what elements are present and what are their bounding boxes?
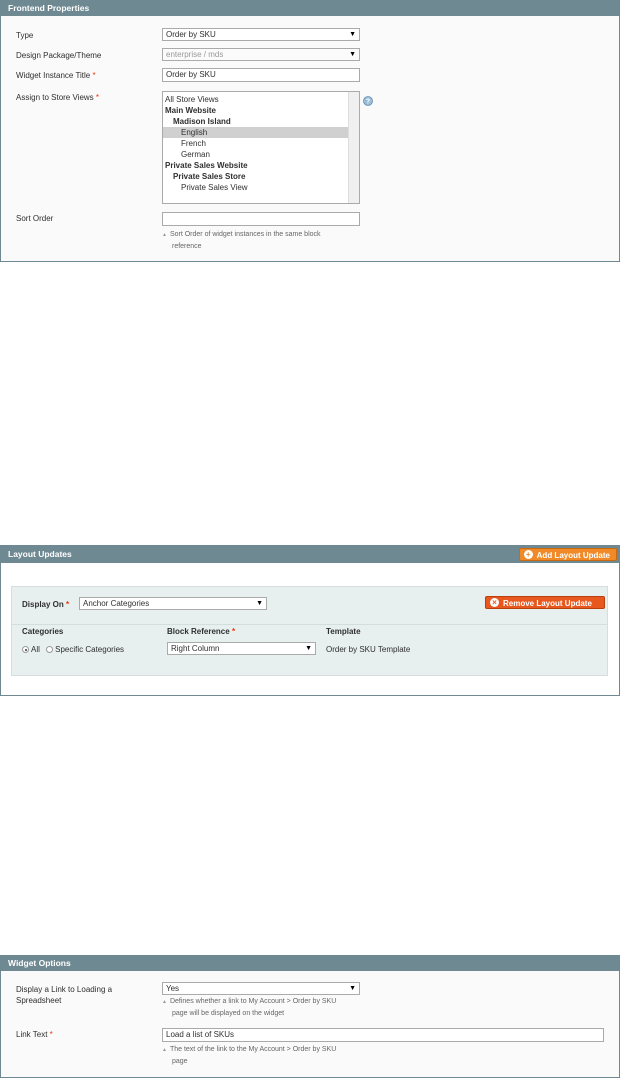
layout-updates-header: Layout Updates + Add Layout Update xyxy=(1,546,619,563)
link-text-note: ▲ The text of the link to the My Account … xyxy=(162,1046,337,1065)
block-reference-value: Right Column xyxy=(171,644,220,653)
radio-all[interactable]: All xyxy=(22,645,40,654)
widget-instance-title-text: Widget Instance Title xyxy=(16,71,91,80)
display-link-select[interactable]: Yes ▼ xyxy=(162,982,360,995)
block-reference-select[interactable]: Right Column ▼ xyxy=(167,642,316,655)
store-views-multiselect[interactable]: All Store Views Main Website Madison Isl… xyxy=(162,91,360,204)
add-layout-update-button[interactable]: + Add Layout Update xyxy=(518,548,617,561)
display-link-value: Yes xyxy=(166,984,180,993)
store-views-label: Assign to Store Views * xyxy=(16,93,99,102)
store-view-website: Private Sales Website xyxy=(165,161,248,170)
x-circle-icon: × xyxy=(490,598,499,608)
type-select-value: Order by SKU xyxy=(166,30,216,39)
required-mark: * xyxy=(92,71,96,80)
layout-update-container: Display On * Anchor Categories ▼ × Remove… xyxy=(11,586,608,676)
sort-order-input[interactable] xyxy=(162,212,360,226)
store-views-label-text: Assign to Store Views xyxy=(16,93,94,102)
link-text-input[interactable]: Load a list of SKUs xyxy=(162,1028,604,1042)
radio-button-icon[interactable] xyxy=(46,646,54,654)
frontend-properties-header: Frontend Properties xyxy=(1,1,619,16)
type-label: Type xyxy=(16,31,34,40)
display-link-note: ▲ Defines whether a link to My Account > … xyxy=(162,998,337,1017)
widget-instance-title-input[interactable]: Order by SKU xyxy=(162,68,360,82)
plus-circle-icon: + xyxy=(523,550,533,560)
store-view-option[interactable]: English xyxy=(163,127,349,138)
link-text-label: Link Text * xyxy=(16,1030,53,1039)
store-view-option[interactable]: Private Sales View xyxy=(163,182,359,193)
required-mark: * xyxy=(231,627,236,636)
note-arrow-icon: ▲ xyxy=(162,232,167,238)
store-view-option[interactable]: All Store Views xyxy=(163,94,359,105)
widget-instance-title-label: Widget Instance Title * xyxy=(16,71,96,80)
link-text-value: Load a list of SKUs xyxy=(166,1030,235,1039)
dropdown-arrow-icon: ▼ xyxy=(256,600,263,607)
remove-layout-update-button[interactable]: × Remove Layout Update xyxy=(485,596,605,609)
dropdown-arrow-icon: ▼ xyxy=(305,645,312,652)
note-arrow-icon: ▲ xyxy=(162,999,167,1005)
display-on-select[interactable]: Anchor Categories ▼ xyxy=(79,597,267,610)
note-arrow-icon: ▲ xyxy=(162,1047,167,1053)
store-view-store: Madison Island xyxy=(173,117,231,126)
store-view-option[interactable]: German xyxy=(163,149,359,160)
widget-options-panel: Widget Options Display a Link to Loading… xyxy=(0,955,620,1078)
required-mark: * xyxy=(95,93,100,102)
design-package-value: enterprise / mds xyxy=(166,50,224,59)
categories-radio-group: All Specific Categories xyxy=(22,645,124,654)
store-view-website: Main Website xyxy=(165,106,216,115)
widget-instance-title-value: Order by SKU xyxy=(166,70,216,79)
store-view-store: Private Sales Store xyxy=(173,172,246,181)
store-views-scrollbar[interactable] xyxy=(348,92,359,203)
display-link-label: Display a Link to Loading a Spreadsheet xyxy=(16,985,113,1005)
sort-order-label: Sort Order xyxy=(16,214,54,223)
layout-updates-title: Layout Updates xyxy=(8,549,72,559)
radio-button-icon[interactable] xyxy=(22,646,29,654)
dropdown-arrow-icon: ▼ xyxy=(349,51,356,58)
help-icon[interactable]: ? xyxy=(363,96,373,106)
required-mark: * xyxy=(49,1030,53,1039)
widget-options-header: Widget Options xyxy=(1,956,619,971)
dropdown-arrow-icon: ▼ xyxy=(349,31,356,38)
sort-order-note: ▲ Sort Order of widget instances in the s… xyxy=(162,231,321,250)
dropdown-arrow-icon: ▼ xyxy=(349,985,356,992)
template-value: Order by SKU Template xyxy=(326,645,411,654)
frontend-properties-panel: Frontend Properties Type Order by SKU ▼ … xyxy=(0,0,620,262)
design-package-label: Design Package/Theme xyxy=(16,51,102,60)
design-package-select[interactable]: enterprise / mds ▼ xyxy=(162,48,360,61)
display-on-label: Display On * xyxy=(22,600,70,609)
layout-updates-panel: Layout Updates + Add Layout Update Displa… xyxy=(0,545,620,696)
store-view-option[interactable]: French xyxy=(163,138,359,149)
type-select[interactable]: Order by SKU ▼ xyxy=(162,28,360,41)
display-on-value: Anchor Categories xyxy=(83,599,150,608)
categories-header: Categories xyxy=(22,627,64,636)
svg-text:?: ? xyxy=(366,99,370,106)
template-header: Template xyxy=(326,627,361,636)
radio-specific-categories[interactable]: Specific Categories xyxy=(46,645,124,654)
block-reference-header: Block Reference * xyxy=(167,627,236,636)
required-mark: * xyxy=(66,600,70,609)
